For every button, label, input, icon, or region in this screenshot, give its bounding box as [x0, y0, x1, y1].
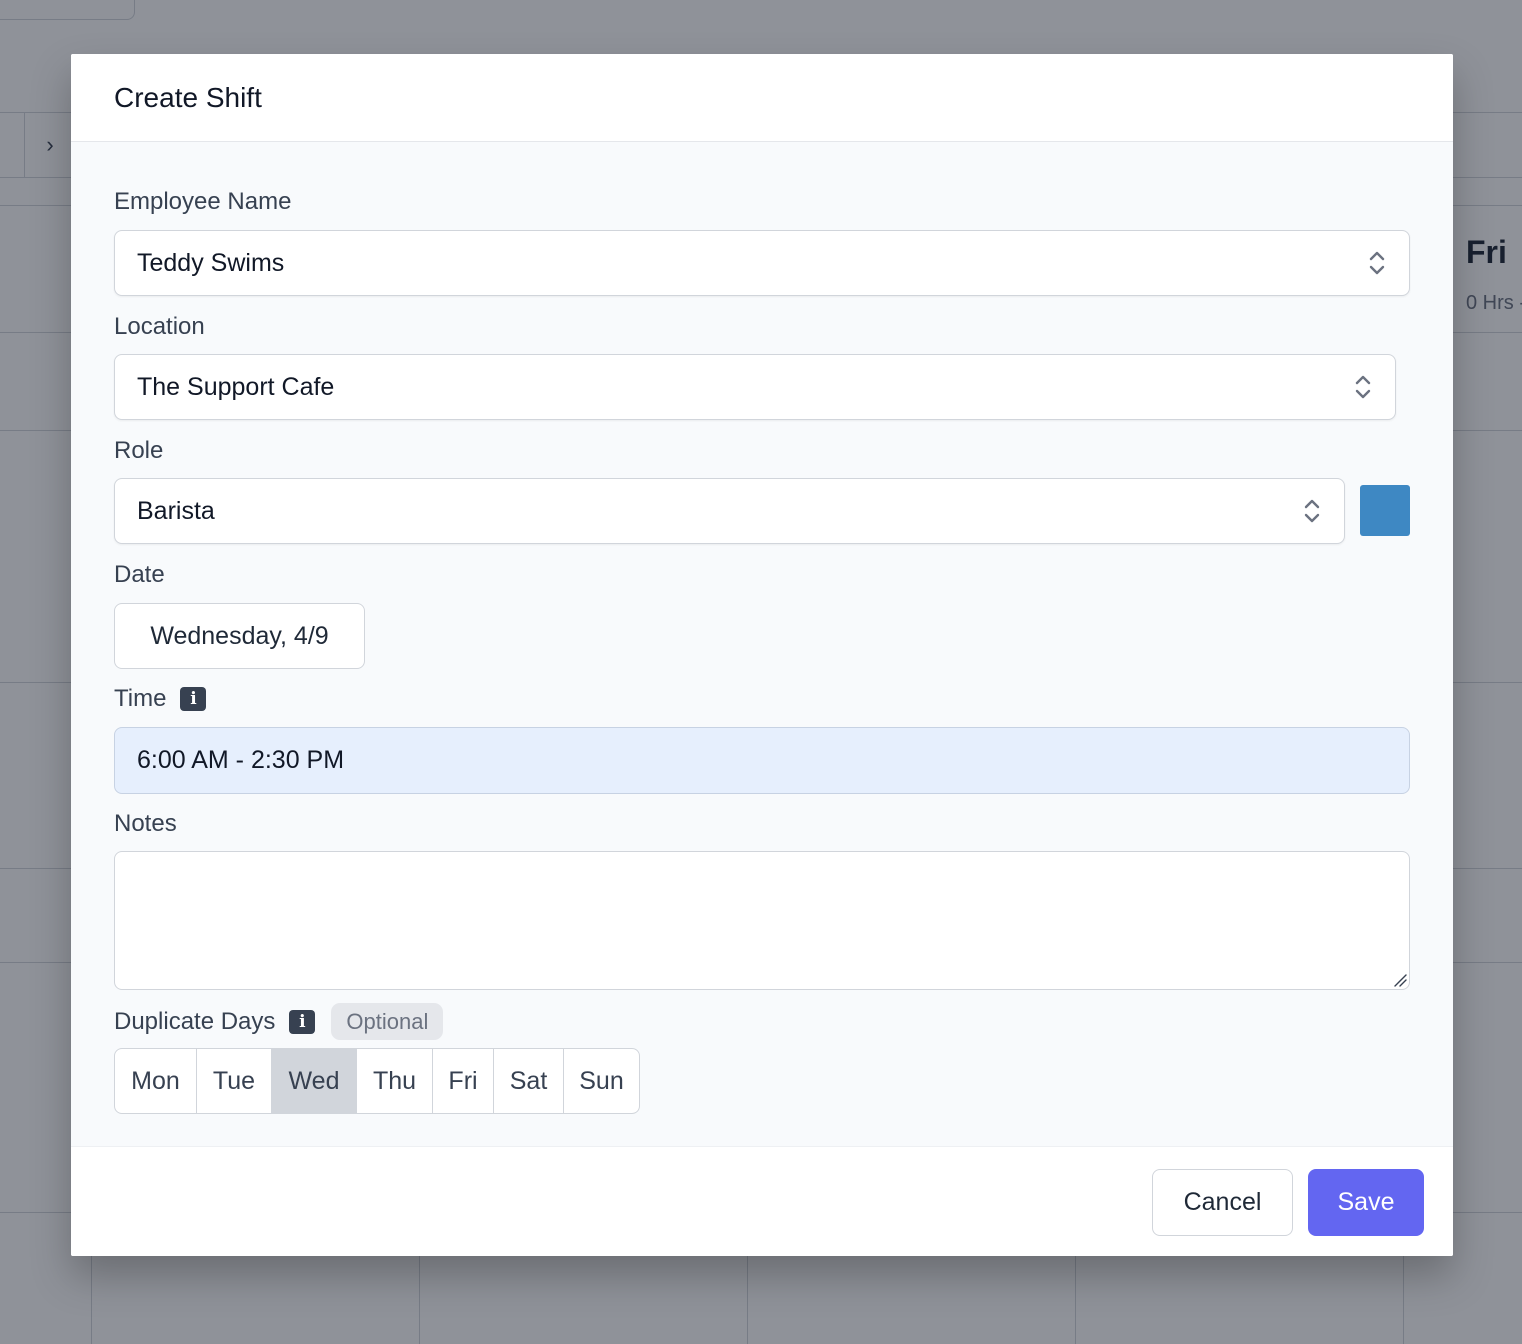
location-label-text: Location: [114, 313, 205, 340]
save-button[interactable]: Save: [1308, 1169, 1424, 1236]
time-label: Time i: [114, 685, 207, 713]
employee-name-select[interactable]: Teddy Swims: [114, 230, 1410, 296]
info-icon[interactable]: i: [289, 1009, 316, 1034]
employee-name-label: Employee Name: [114, 188, 291, 216]
modal-title: Create Shift: [114, 81, 262, 113]
info-icon[interactable]: i: [180, 687, 207, 711]
resize-grip-icon[interactable]: [1391, 971, 1407, 987]
location-value: The Support Cafe: [137, 372, 335, 401]
modal-footer: Cancel Save: [71, 1146, 1453, 1256]
create-shift-modal: Create Shift Employee Name Teddy Swims L…: [71, 54, 1453, 1256]
employee-name-value: Teddy Swims: [137, 248, 285, 277]
duplicate-days-label: Duplicate Days i Optional: [114, 1003, 444, 1040]
day-toggle-sat[interactable]: Sat: [494, 1049, 564, 1113]
select-chevrons-icon: [1369, 251, 1385, 275]
select-chevrons-icon: [1304, 499, 1320, 523]
location-select[interactable]: The Support Cafe: [114, 354, 1396, 420]
time-label-text: Time: [114, 685, 167, 712]
day-toggle-wed[interactable]: Wed: [272, 1049, 357, 1113]
day-toggle-mon[interactable]: Mon: [115, 1049, 197, 1113]
day-toggle-tue[interactable]: Tue: [197, 1049, 272, 1113]
employee-name-label-text: Employee Name: [114, 188, 292, 215]
role-color-swatch[interactable]: [1360, 485, 1410, 536]
role-label-text: Role: [114, 437, 164, 464]
duplicate-days-toggle-group: Mon Tue Wed Thu Fri Sat Sun: [114, 1048, 640, 1114]
time-range-input[interactable]: 6:00 AM - 2:30 PM: [114, 727, 1410, 794]
day-toggle-fri[interactable]: Fri: [433, 1049, 494, 1113]
optional-badge: Optional: [331, 1003, 444, 1040]
notes-textarea[interactable]: [114, 851, 1410, 990]
duplicate-days-label-text: Duplicate Days: [114, 1007, 276, 1035]
date-value: Wednesday, 4/9: [150, 621, 329, 650]
role-select[interactable]: Barista: [114, 478, 1345, 544]
day-toggle-thu[interactable]: Thu: [357, 1049, 433, 1113]
date-picker-button[interactable]: Wednesday, 4/9: [114, 603, 365, 669]
time-range-value: 6:00 AM - 2:30 PM: [137, 746, 345, 774]
cancel-button[interactable]: Cancel: [1152, 1169, 1293, 1236]
modal-header: Create Shift: [71, 54, 1453, 142]
role-value: Barista: [137, 496, 215, 525]
day-toggle-sun[interactable]: Sun: [564, 1049, 639, 1113]
notes-label-text: Notes: [114, 810, 177, 837]
select-chevrons-icon: [1355, 375, 1371, 399]
date-label-text: Date: [114, 561, 165, 588]
date-label: Date: [114, 561, 165, 589]
role-label: Role: [114, 437, 163, 465]
notes-label: Notes: [114, 810, 177, 838]
location-label: Location: [114, 313, 205, 341]
